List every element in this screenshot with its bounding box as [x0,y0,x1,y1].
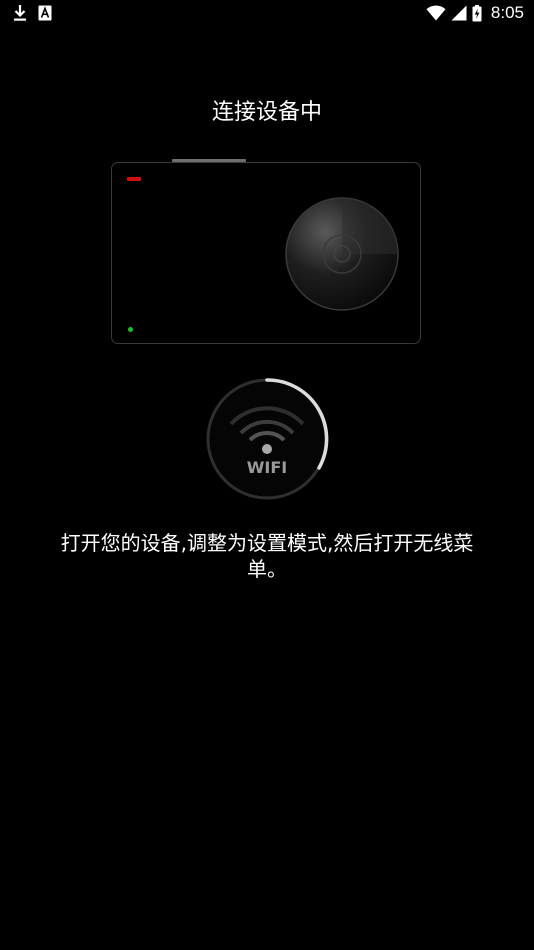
red-led-indicator [127,177,141,181]
green-led-indicator [128,327,133,332]
camera-lens-icon [285,197,399,311]
signal-icon [451,5,467,21]
status-bar: 8:05 [0,0,534,28]
page-title: 连接设备中 [211,100,322,125]
battery-icon [472,4,482,21]
status-time: 8:05 [490,3,524,22]
wifi-connecting-spinner: WIFI [204,376,330,502]
instruction-text: 打开您的设备,调整为设置模式,然后打开无线菜单。 [60,531,474,581]
a-notification-icon [38,5,52,21]
download-icon [14,5,26,21]
wifi-signal-icon: WIFI [206,378,329,500]
wifi-icon [426,5,446,21]
wifi-badge-label: WIFI [247,458,287,477]
status-right-icons: 8:05 [426,3,524,23]
status-left-icons [12,4,52,22]
